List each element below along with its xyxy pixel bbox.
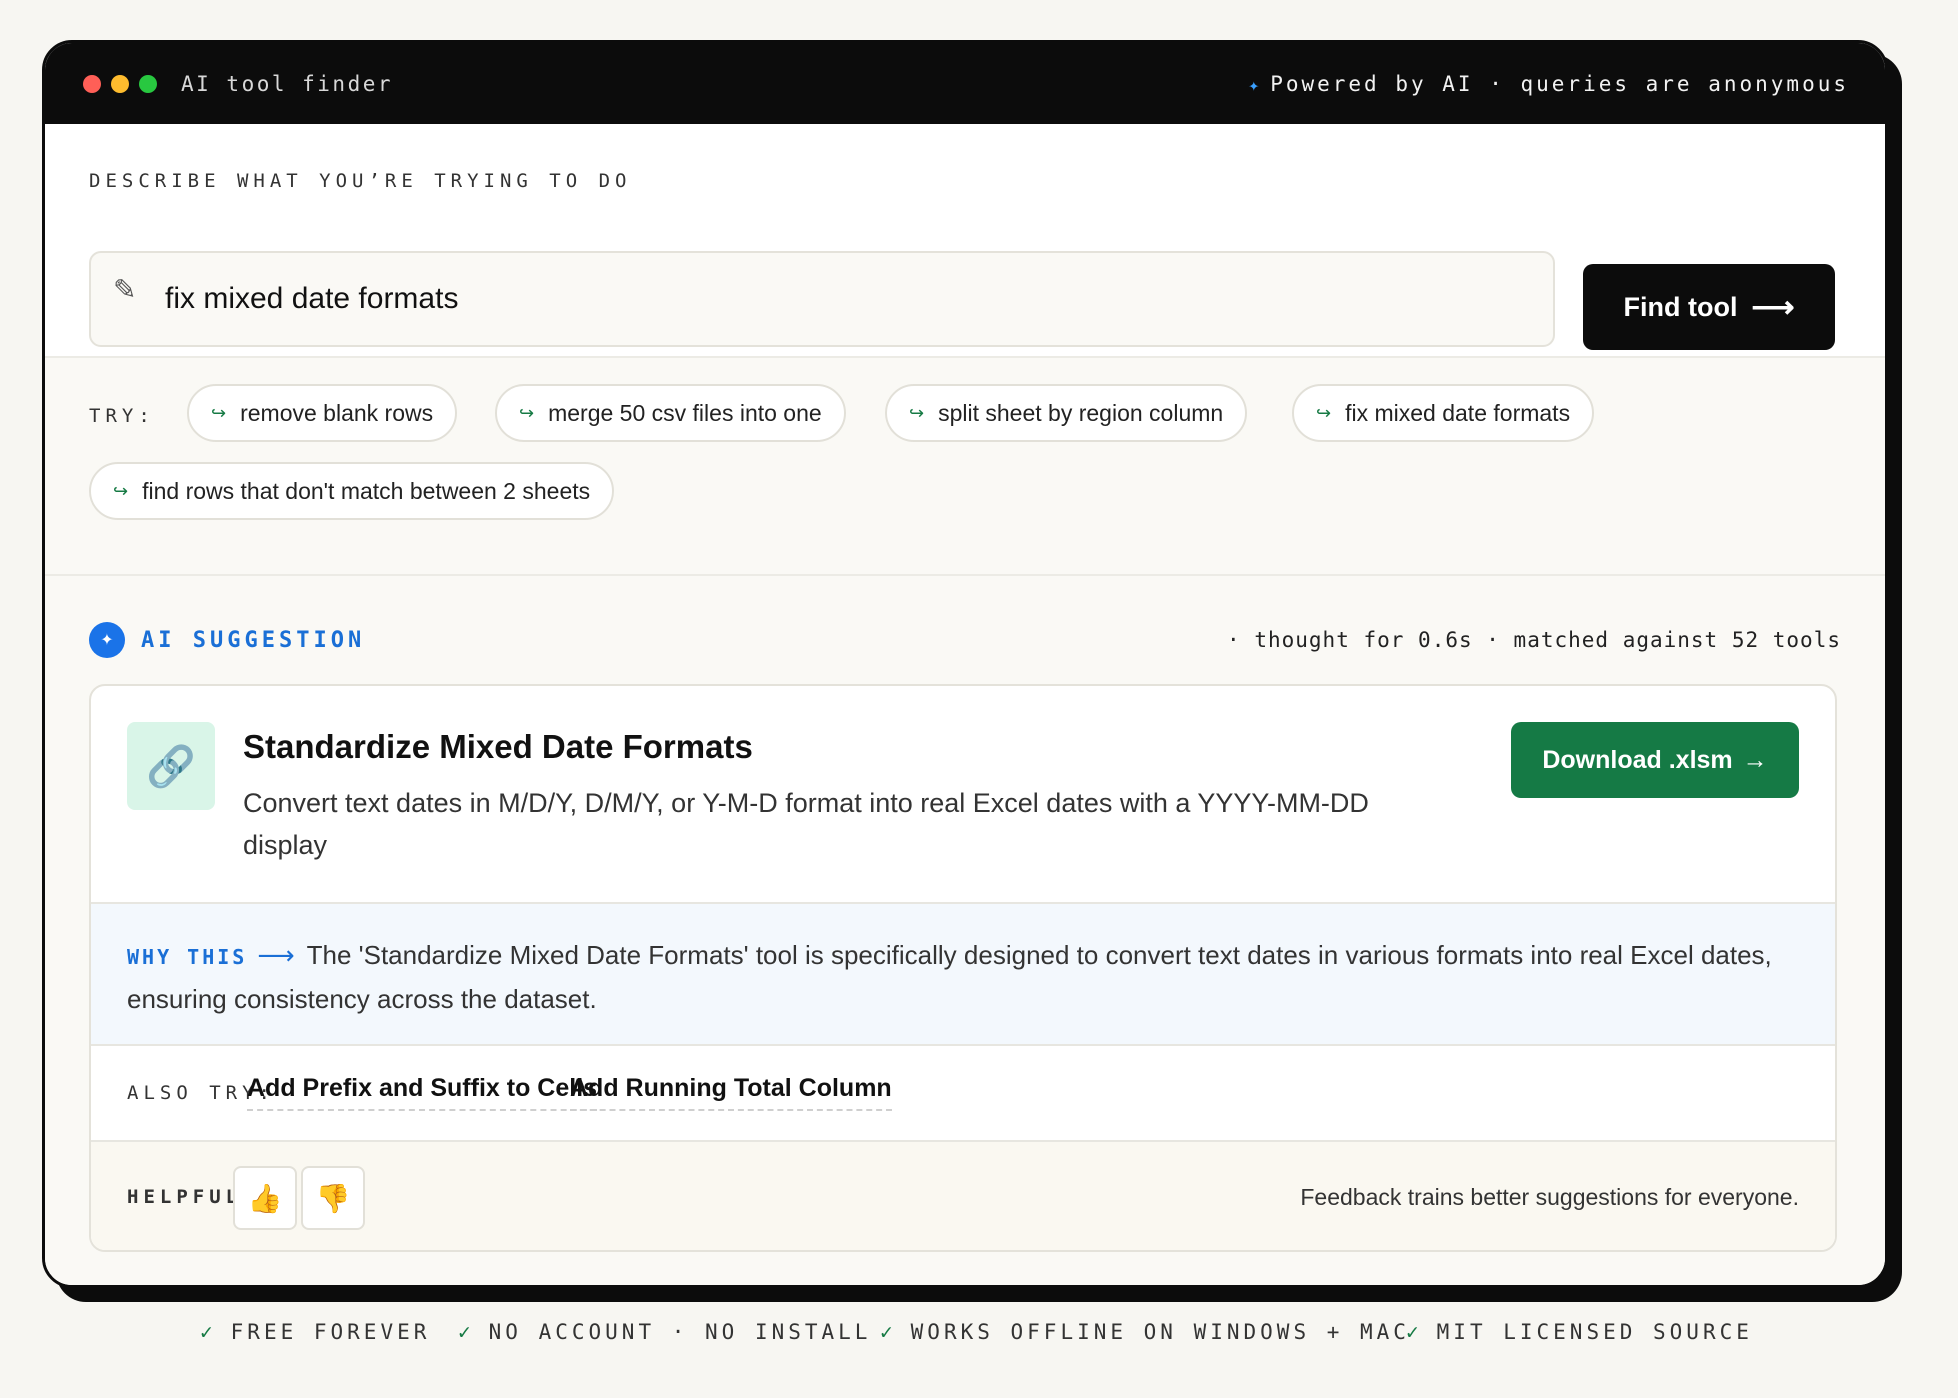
thumbs-up-button[interactable]: 👍 — [233, 1166, 297, 1230]
search-box[interactable]: ✎ — [89, 251, 1555, 347]
arrow-return-icon: ↪ — [211, 402, 227, 423]
title-bar: AI tool finder ✦ Powered by AI · queries … — [45, 43, 1885, 124]
powered-by-note: ✦ Powered by AI · queries are anonymous — [1248, 72, 1849, 96]
thumbs-down-button[interactable]: 👎 — [301, 1166, 365, 1230]
thumbs-up-icon: 👍 — [247, 1182, 283, 1214]
feature-label: FREE FOREVER — [230, 1320, 431, 1344]
check-icon: ✓ — [880, 1320, 897, 1344]
result-card: 🔗 Standardize Mixed Date Formats Convert… — [89, 684, 1837, 1252]
download-label: Download .xlsm — [1542, 745, 1733, 774]
feedback-note: Feedback trains better suggestions for e… — [1300, 1184, 1799, 1210]
check-icon: ✓ — [200, 1320, 217, 1344]
check-icon: ✓ — [458, 1320, 475, 1344]
arrow-right-icon: ⟶ — [1751, 290, 1795, 324]
maximize-window-button[interactable] — [139, 74, 157, 93]
also-try-link-running-total[interactable]: Add Running Total Column — [570, 1074, 892, 1111]
window-title: AI tool finder — [181, 71, 394, 96]
ai-suggestion-header: ✦ AI SUGGESTION — [89, 622, 365, 658]
also-try-link-prefix-suffix[interactable]: Add Prefix and Suffix to Cells — [247, 1074, 598, 1111]
suggestion-chip[interactable]: ↪ find rows that don't match between 2 sh… — [89, 462, 615, 520]
chip-label: fix mixed date formats — [1345, 399, 1571, 426]
thumbs-down-icon: 👎 — [315, 1182, 351, 1214]
ai-sparkle-icon: ✦ — [89, 622, 125, 658]
tool-description: Convert text dates in M/D/Y, D/M/Y, or Y… — [243, 788, 1369, 860]
pencil-icon: ✎ — [113, 273, 137, 305]
why-this-panel: WHY THIS ⟶ The 'Standardize Mixed Date For… — [91, 904, 1835, 1046]
ai-suggestion-title: AI SUGGESTION — [141, 627, 366, 653]
result-summary: 🔗 Standardize Mixed Date Formats Convert… — [91, 686, 1835, 904]
link-icon: 🔗 — [127, 722, 215, 810]
ai-suggestion-section: ✦ AI SUGGESTION · thought for 0.6s · mat… — [45, 576, 1885, 1285]
suggestion-chip[interactable]: ↪ remove blank rows — [187, 384, 458, 442]
helpful-row: HELPFUL? 👍 👎 Feedback trains better sugg… — [91, 1142, 1835, 1250]
check-icon: ✓ — [1406, 1320, 1423, 1344]
suggestion-chip[interactable]: ↪ merge 50 csv files into one — [495, 384, 846, 442]
why-this-text-block: WHY THIS ⟶ The 'Standardize Mixed Date For… — [127, 934, 1787, 1020]
suggestions-section: TRY: ↪ remove blank rows ↪ merge 50 csv fi… — [45, 356, 1885, 576]
chip-label: merge 50 csv files into one — [548, 399, 822, 426]
download-button[interactable]: Download .xlsm → — [1511, 722, 1799, 798]
find-tool-label: Find tool — [1623, 291, 1738, 322]
search-input[interactable] — [163, 281, 1467, 317]
arrow-return-icon: ↪ — [113, 480, 129, 501]
chip-label: remove blank rows — [240, 399, 434, 426]
minimize-window-button[interactable] — [111, 74, 129, 93]
app-window: AI tool finder ✦ Powered by AI · queries … — [42, 40, 1888, 1288]
feature-item: ✓ MIT LICENSED SOURCE — [1406, 1320, 1753, 1344]
arrow-right-icon: ⟶ — [257, 940, 295, 970]
arrow-return-icon: ↪ — [909, 402, 925, 423]
find-tool-button[interactable]: Find tool ⟶ — [1583, 264, 1835, 350]
suggestion-chip[interactable]: ↪ split sheet by region column — [885, 384, 1248, 442]
why-this-text: The 'Standardize Mixed Date Formats' too… — [127, 940, 1772, 1014]
arrow-right-icon: → — [1742, 745, 1768, 774]
arrow-return-icon: ↪ — [519, 402, 535, 423]
tool-title: Standardize Mixed Date Formats — [243, 728, 753, 765]
why-this-label: WHY THIS — [127, 945, 248, 969]
ai-meta: · thought for 0.6s · matched against 52 … — [1227, 628, 1841, 652]
suggestion-chip[interactable]: ↪ fix mixed date formats — [1292, 384, 1595, 442]
search-label: DESCRIBE WHAT YOU’RE TRYING TO DO — [89, 170, 632, 192]
search-section: DESCRIBE WHAT YOU’RE TRYING TO DO ✎ Find… — [45, 124, 1885, 356]
feature-label: MIT LICENSED SOURCE — [1436, 1320, 1753, 1344]
close-window-button[interactable] — [83, 74, 101, 93]
feature-label: WORKS OFFLINE ON WINDOWS + MAC — [910, 1320, 1410, 1344]
arrow-return-icon: ↪ — [1316, 402, 1332, 423]
feature-item: ✓ NO ACCOUNT · NO INSTALL — [458, 1320, 871, 1344]
sparkle-icon: ✦ — [1248, 74, 1263, 96]
chip-label: find rows that don't match between 2 she… — [142, 477, 591, 504]
try-label: TRY: — [89, 405, 155, 427]
feature-item: ✓ WORKS OFFLINE ON WINDOWS + MAC — [880, 1320, 1410, 1344]
chip-label: split sheet by region column — [938, 399, 1224, 426]
powered-by-text: Powered by AI · queries are anonymous — [1270, 71, 1849, 96]
feature-item: ✓ FREE FOREVER — [200, 1320, 430, 1344]
feature-label: NO ACCOUNT · NO INSTALL — [488, 1320, 872, 1344]
also-try-row: ALSO TRY: Add Prefix and Suffix to Cells… — [91, 1046, 1835, 1142]
